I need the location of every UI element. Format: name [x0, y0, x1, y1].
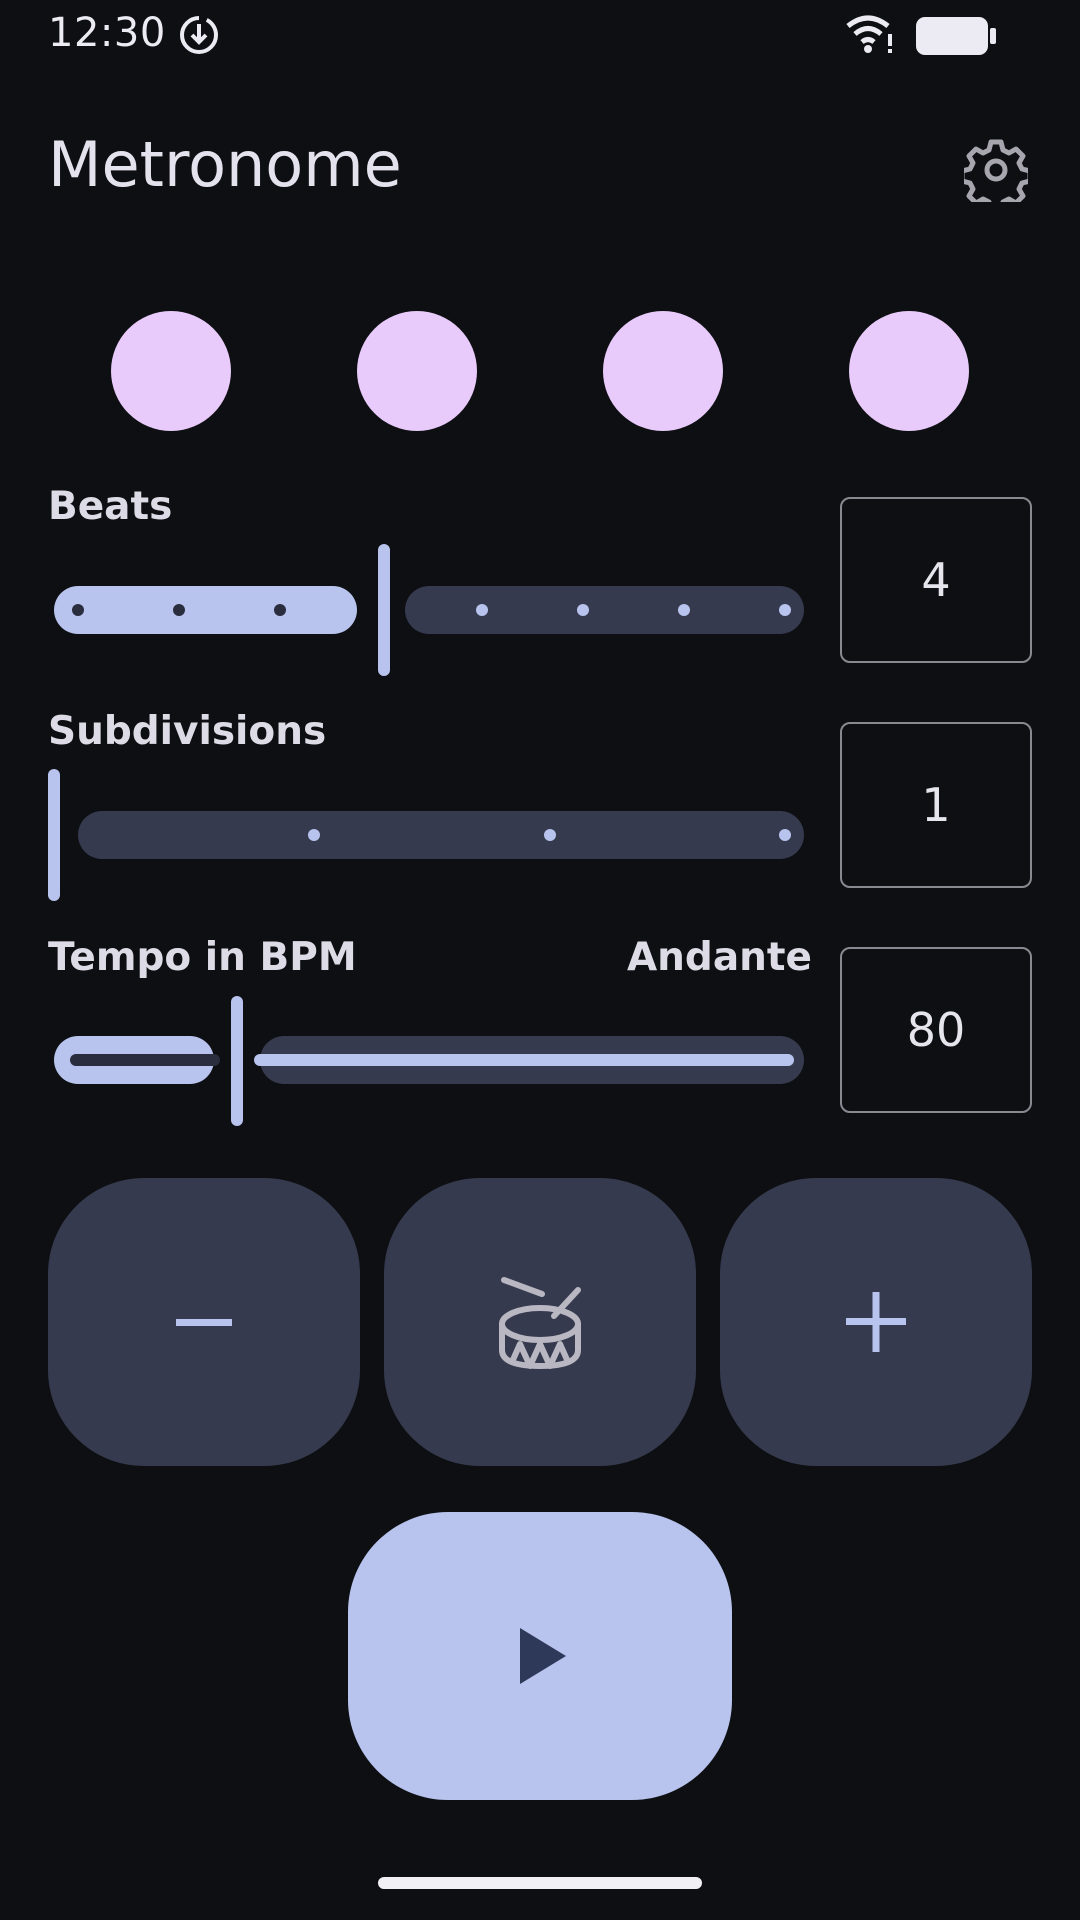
- tempo-slider[interactable]: [48, 990, 810, 1130]
- battery-icon: [914, 15, 998, 57]
- wifi-icon: [846, 14, 894, 54]
- app-title: Metronome: [48, 128, 402, 201]
- beats-slider[interactable]: [48, 540, 810, 680]
- tempo-slider-thumb[interactable]: [231, 996, 243, 1126]
- tempo-value-box[interactable]: 80: [840, 947, 1032, 1113]
- beats-value-box[interactable]: 4: [840, 497, 1032, 663]
- settings-button[interactable]: [958, 132, 1034, 208]
- plus-icon: [846, 1292, 906, 1352]
- subdivisions-slider[interactable]: [48, 765, 810, 905]
- play-icon: [520, 1628, 566, 1684]
- status-time: 12:30: [48, 10, 166, 56]
- beat-indicator-4: [849, 311, 969, 431]
- beats-slider-active-track: [54, 586, 357, 634]
- tempo-marking: Andante: [626, 935, 812, 980]
- increment-button[interactable]: [720, 1178, 1032, 1466]
- decrement-button[interactable]: [48, 1178, 360, 1466]
- play-button[interactable]: [348, 1512, 732, 1800]
- subdivisions-label: Subdivisions: [48, 709, 327, 754]
- tempo-label: Tempo in BPM: [48, 935, 357, 980]
- beats-slider-thumb[interactable]: [378, 544, 390, 676]
- minus-icon: [176, 1319, 232, 1326]
- subdivisions-slider-thumb[interactable]: [48, 769, 60, 901]
- beat-indicator-2: [357, 311, 477, 431]
- beats-slider-inactive-track: [405, 586, 804, 634]
- download-icon: [178, 14, 220, 56]
- beat-indicator-3: [603, 311, 723, 431]
- drum-icon: [499, 1277, 581, 1369]
- home-indicator[interactable]: [378, 1877, 702, 1889]
- subdivisions-value-box[interactable]: 1: [840, 722, 1032, 888]
- subdivisions-slider-track: [78, 811, 804, 859]
- tap-tempo-button[interactable]: [384, 1178, 696, 1466]
- gear-icon: [964, 139, 1028, 202]
- beat-indicator-1: [111, 311, 231, 431]
- status-bar: 12:30: [0, 0, 1080, 72]
- beats-label: Beats: [48, 484, 173, 529]
